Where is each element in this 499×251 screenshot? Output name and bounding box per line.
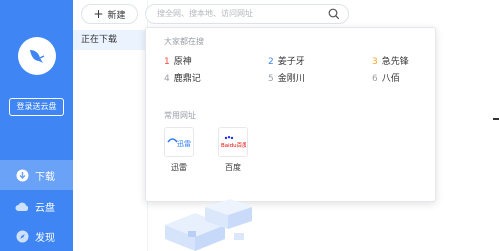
hot-search-item[interactable]: 4 鹿鼎记 <box>164 71 201 84</box>
download-list-panel: + 新建 正在下载 <box>73 0 148 251</box>
site-name: 迅雷 <box>171 163 187 172</box>
xunlei-logo-text: 迅雷 <box>177 140 191 148</box>
hot-search-label: 八佰 <box>381 74 400 84</box>
divider <box>493 118 499 120</box>
avatar[interactable] <box>18 37 56 75</box>
rank-number: 1 <box>164 57 170 67</box>
plus-icon: + <box>93 7 104 21</box>
hot-search-item[interactable]: 2 姜子牙 <box>268 54 305 67</box>
site-shortcut-xunlei[interactable]: 迅雷 迅雷 <box>164 127 194 173</box>
hot-search-label: 急先锋 <box>381 57 409 67</box>
hot-search-label: 鹿鼎记 <box>173 74 201 84</box>
baidu-logo-icon: Baidu百度 <box>218 127 248 157</box>
sidebar: 登录送云盘 下载 云盘 发现 <box>0 0 73 251</box>
search-placeholder: 搜全网、搜本地、访问网址 <box>157 9 253 18</box>
discover-icon <box>15 229 29 243</box>
sidebar-item-label: 下载 <box>35 171 55 183</box>
rank-number: 2 <box>268 57 274 67</box>
sidebar-item-download[interactable]: 下载 <box>0 160 73 190</box>
new-task-button[interactable]: + 新建 <box>81 4 138 24</box>
bird-logo-icon <box>30 50 45 63</box>
hot-search-item[interactable]: 5 金刚川 <box>268 71 305 84</box>
sidebar-item-cloud[interactable]: 云盘 <box>0 191 73 221</box>
app-window: 登录送云盘 下载 云盘 发现 + 新建 正在下载 搜全网、搜本地、访问网址 大家… <box>0 0 499 251</box>
cloud-icon <box>15 199 29 213</box>
search-input[interactable]: 搜全网、搜本地、访问网址 <box>145 4 349 24</box>
rank-number: 3 <box>372 57 378 67</box>
hot-search-item[interactable]: 3 急先锋 <box>372 54 409 67</box>
sidebar-item-label: 发现 <box>35 232 55 244</box>
site-name: 百度 <box>225 163 241 172</box>
hot-search-item[interactable]: 6 八佰 <box>372 71 400 84</box>
empty-state-illustration <box>165 199 252 251</box>
sidebar-item-discover[interactable]: 发现 <box>0 221 73 251</box>
search-dropdown: 大家都在搜 1 原神 2 姜子牙 3 急先锋 4 鹿鼎记 5 金刚川 6 八佰 常用网址 迅… <box>145 27 436 202</box>
hot-search-title: 大家都在搜 <box>164 37 204 46</box>
hot-search-item[interactable]: 1 原神 <box>164 54 192 67</box>
site-shortcut-baidu[interactable]: Baidu百度 百度 <box>218 127 248 173</box>
search-icon[interactable] <box>328 8 340 20</box>
hot-search-label: 原神 <box>173 57 192 67</box>
download-icon <box>15 168 29 182</box>
hot-search-label: 金刚川 <box>277 74 305 84</box>
rank-number: 6 <box>372 74 378 84</box>
xunlei-logo-icon: 迅雷 <box>164 127 194 157</box>
sidebar-item-label: 云盘 <box>35 202 55 214</box>
common-sites-title: 常用网址 <box>164 111 196 120</box>
rank-number: 4 <box>164 74 170 84</box>
new-task-label: 新建 <box>107 10 126 21</box>
rank-number: 5 <box>268 74 274 84</box>
list-item-downloading[interactable]: 正在下载 <box>73 30 148 50</box>
login-button[interactable]: 登录送云盘 <box>9 98 64 116</box>
baidu-logo-text: Baidu百度 <box>221 141 246 149</box>
hot-search-label: 姜子牙 <box>277 57 305 67</box>
